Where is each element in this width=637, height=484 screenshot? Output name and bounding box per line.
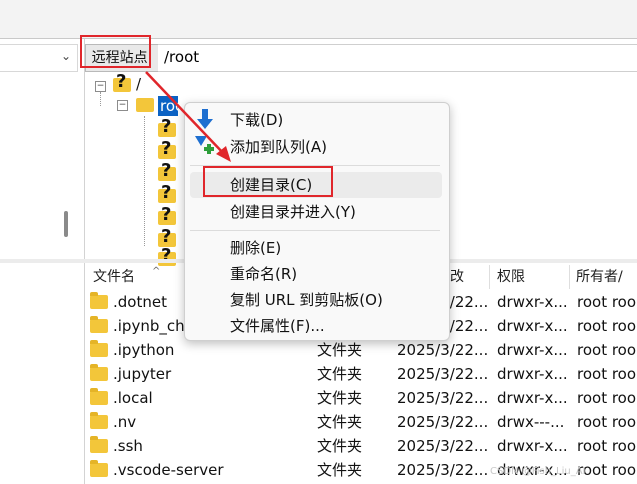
unknown-folder-icon[interactable]: ? [158,204,176,225]
menu-item-file-attributes[interactable]: 文件属性(F)... [230,314,325,338]
file-owner: root roo [577,413,637,431]
file-name: .ipython [113,341,175,359]
folder-icon [90,412,108,429]
file-row[interactable]: .local 文件夹 2025/3/22... drwxr-x... root … [85,386,637,410]
file-row[interactable]: .ipython 文件夹 2025/3/22... drwxr-x... roo… [85,338,637,362]
local-tree-scrollbar[interactable] [64,211,68,237]
menu-item-copy-url[interactable]: 复制 URL 到剪贴板(O) [230,288,383,312]
column-divider[interactable] [569,265,570,289]
menu-separator [190,230,440,231]
file-owner: root roo [577,437,637,455]
annotation-box-remote-site [80,35,151,68]
file-type: 文件夹 [317,365,363,383]
sort-ascending-icon: ^ [152,266,161,277]
file-permissions: drwxr-x... [497,365,568,383]
unknown-folder-icon[interactable]: ? [158,160,176,181]
file-owner: root roo [577,293,637,311]
unknown-folder-icon: ? [113,71,131,92]
file-name: .vscode-server [113,461,224,479]
file-modified: 2025/3/22... [397,341,489,359]
file-row[interactable]: .nv 文件夹 2025/3/22... drwx---... root roo [85,410,637,434]
unknown-folder-icon[interactable]: ? [158,182,176,203]
unknown-folder-icon[interactable]: ? [158,116,176,137]
file-permissions: drwxr-x... [497,389,568,407]
tree-collapse-icon[interactable]: − [117,100,128,111]
folder-icon [90,364,108,381]
file-type: 文件夹 [317,389,363,407]
file-owner: root roo [577,317,637,335]
file-name: .ssh [113,437,143,455]
folder-icon [136,94,154,112]
file-permissions: drwxr-x... [497,341,568,359]
file-modified: 2025/3/22... [397,413,489,431]
column-divider[interactable] [489,265,490,289]
tree-root-label[interactable]: / [136,74,141,94]
file-permissions: drwx---... [497,413,565,431]
file-name: .local [113,389,153,407]
column-header-owner[interactable]: 所有者/ [576,263,623,291]
folder-icon [90,436,108,453]
file-modified: 2025/3/22... [397,461,489,479]
menu-item-download[interactable]: 下载(D) [230,108,283,132]
menu-item-delete[interactable]: 删除(E) [230,236,281,260]
tree-collapse-icon[interactable]: − [95,81,106,92]
file-modified: 2025/3/22... [397,437,489,455]
file-row[interactable]: .ssh 文件夹 2025/3/22... drwxr-x... root ro… [85,434,637,458]
menu-item-create-and-enter[interactable]: 创建目录并进入(Y) [230,200,356,224]
file-owner: root roo [577,389,637,407]
folder-icon [90,316,108,333]
top-toolbar-area [0,0,637,38]
file-permissions: drwxr-x... [497,317,568,335]
folder-icon [90,340,108,357]
file-modified: 2025/3/22... [397,365,489,383]
file-type: 文件夹 [317,341,363,359]
folder-icon [90,292,108,309]
column-header-name[interactable]: 文件名 [93,263,135,291]
file-permissions: drwxr-x... [497,437,568,455]
folder-icon [90,460,108,477]
annotation-box-create-directory [203,166,333,197]
menu-item-rename[interactable]: 重命名(R) [230,262,297,286]
unknown-folder-icon[interactable]: ? [158,245,176,266]
file-type: 文件夹 [317,461,363,479]
download-arrow-icon [197,109,213,129]
column-header-modified[interactable]: 改 [450,263,464,291]
remote-path-field[interactable] [158,44,637,72]
unknown-folder-icon[interactable]: ? [158,138,176,159]
file-name: .dotnet [113,293,167,311]
file-row[interactable]: .jupyter 文件夹 2025/3/22... drwxr-x... roo… [85,362,637,386]
file-name: .jupyter [113,365,172,383]
remote-path-input[interactable] [158,45,630,69]
file-name: .nv [113,413,137,431]
file-owner: root roo [577,365,637,383]
file-type: 文件夹 [317,413,363,431]
menu-item-add-to-queue[interactable]: 添加到队列(A) [230,135,327,159]
chevron-down-icon[interactable]: ⌄ [61,49,71,63]
tree-selected-root[interactable]: root [158,96,178,116]
add-to-queue-icon [195,136,214,154]
column-header-permissions[interactable]: 权限 [497,263,525,291]
local-site-dropdown[interactable]: ⌄ [0,44,78,72]
file-permissions: drwxr-x... [497,293,568,311]
local-pane-splitter[interactable] [0,259,84,263]
file-name: .ipynb_che [113,317,194,335]
watermark: CSDN @Fish_Liu_AI [490,466,586,477]
file-owner: root roo [577,461,637,479]
file-owner: root roo [577,341,637,359]
file-type: 文件夹 [317,437,363,455]
folder-icon [90,388,108,405]
file-modified: 2025/3/22... [397,389,489,407]
